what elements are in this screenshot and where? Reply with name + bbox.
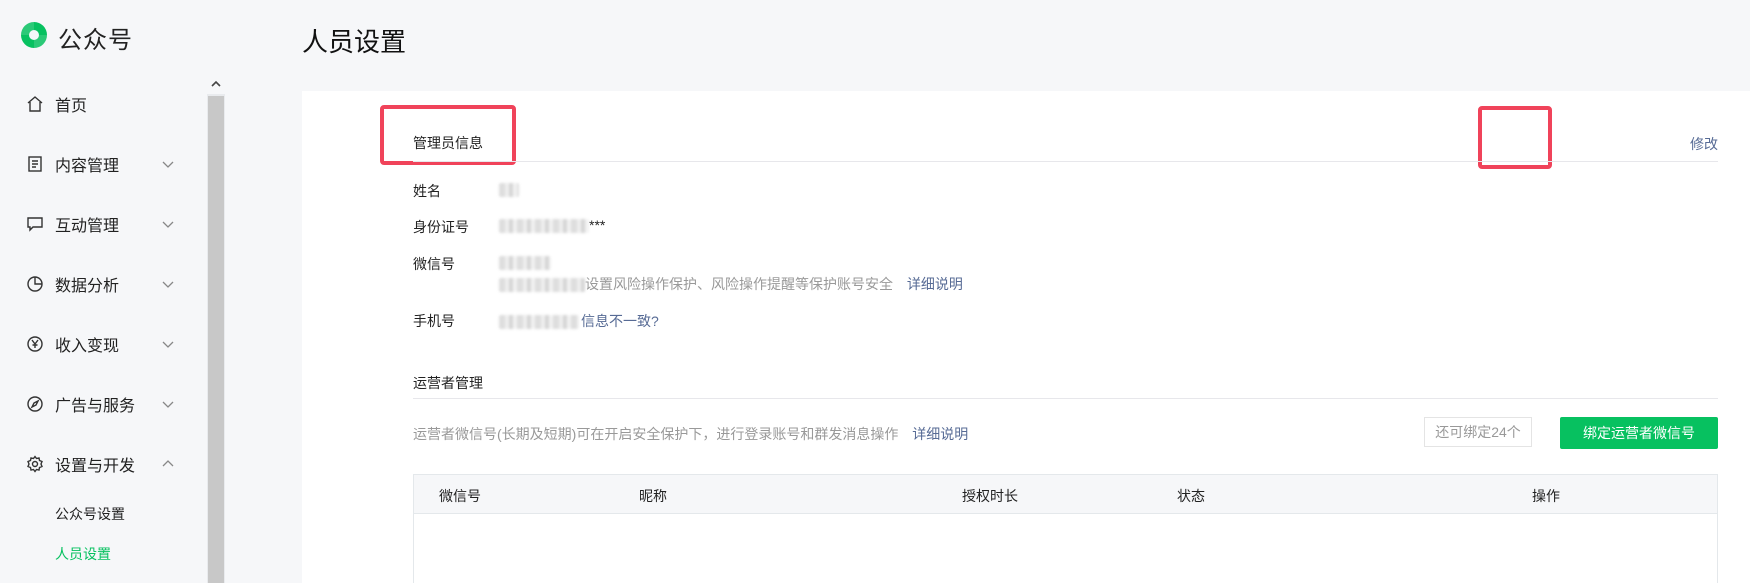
sidebar-item-content[interactable]: 内容管理: [0, 134, 207, 194]
admin-divider: [413, 161, 1718, 162]
sidebar-item-label: 收入变现: [55, 338, 120, 355]
wechat-id-value: [499, 254, 551, 271]
column-header-nickname: 昵称: [639, 488, 667, 504]
sidebar-item-analytics[interactable]: 数据分析: [0, 254, 207, 314]
sidebar-item-label: 互动管理: [55, 218, 120, 235]
operators-table-body: [413, 514, 1718, 583]
operators-divider: [413, 398, 1718, 399]
pie-chart-icon: [25, 274, 45, 294]
sidebar-item-interaction[interactable]: 互动管理: [0, 194, 207, 254]
chevron-down-icon: [160, 396, 176, 412]
app-logo[interactable]: 公众号: [18, 20, 133, 54]
edit-link-highlight: [1478, 106, 1552, 169]
wechat-security-desc: 设置风险操作保护、风险操作提醒等保护账号安全 详细说明: [499, 274, 963, 294]
sidebar-subitem-account-settings[interactable]: 公众号设置: [0, 494, 207, 534]
app-name: 公众号: [58, 26, 133, 54]
gear-icon: [25, 454, 45, 474]
id-number-suffix: ***: [589, 217, 606, 233]
operators-details-link[interactable]: 详细说明: [912, 426, 968, 442]
wechat-id-label: 微信号: [413, 256, 455, 272]
chevron-down-icon: [160, 156, 176, 172]
phone-value: 信息不一致?: [499, 311, 659, 331]
home-icon: [25, 94, 45, 114]
chevron-down-icon: [160, 216, 176, 232]
sidebar-subitem-personnel-settings[interactable]: 人员设置: [0, 534, 207, 574]
bind-operator-button[interactable]: 绑定运营者微信号: [1560, 417, 1718, 449]
scroll-up-arrow-icon[interactable]: [207, 74, 225, 94]
sidebar-item-label: 广告与服务: [55, 398, 136, 415]
operators-table-header: 微信号 昵称 授权时长 状态 操作: [413, 474, 1718, 514]
chevron-down-icon: [160, 336, 176, 352]
sidebar-nav: 首页 内容管理 互动管理 数据分析 收入变现 广告与服务 设置与开发 公众号设置…: [0, 74, 207, 574]
phone-label: 手机号: [413, 313, 455, 329]
document-icon: [25, 154, 45, 174]
edit-admin-link[interactable]: 修改: [1690, 134, 1718, 154]
wechat-security-text: 设置风险操作保护、风险操作提醒等保护账号安全: [585, 276, 893, 292]
column-header-auth-duration: 授权时长: [962, 488, 1018, 504]
sidebar: 公众号 首页 内容管理 互动管理 数据分析 收入变现 广告与服务 设置与开发 公…: [0, 0, 225, 583]
chevron-up-icon: [160, 456, 176, 472]
remaining-bind-count: 还可绑定24个: [1424, 417, 1532, 447]
chevron-down-icon: [160, 276, 176, 292]
name-value: [499, 181, 519, 198]
sidebar-item-ads-services[interactable]: 广告与服务: [0, 374, 207, 434]
compass-icon: [25, 394, 45, 414]
sidebar-item-settings-dev[interactable]: 设置与开发: [0, 434, 207, 494]
name-label: 姓名: [413, 183, 441, 199]
scrollbar-thumb[interactable]: [208, 96, 224, 583]
id-number-value: ***: [499, 217, 606, 234]
operators-desc: 运营者微信号(长期及短期)可在开启安全保护下，进行登录账号和群发消息操作 详细说…: [413, 424, 968, 444]
chat-icon: [25, 214, 45, 234]
column-header-status: 状态: [1177, 488, 1205, 504]
sidebar-item-home[interactable]: 首页: [0, 74, 207, 134]
wechat-official-account-logo-icon: [18, 19, 50, 56]
personnel-card: 管理员信息 修改 姓名 身份证号 *** 微信号 设置风险操作保护、风险操作提醒…: [302, 91, 1750, 583]
wechat-details-link[interactable]: 详细说明: [907, 276, 963, 292]
operators-desc-text: 运营者微信号(长期及短期)可在开启安全保护下，进行登录账号和群发消息操作: [413, 426, 899, 442]
page-title: 人员设置: [302, 27, 407, 57]
sidebar-scrollbar[interactable]: [207, 74, 225, 583]
id-number-label: 身份证号: [413, 219, 469, 235]
column-header-wechat-id: 微信号: [439, 488, 481, 504]
sidebar-item-label: 设置与开发: [55, 458, 136, 475]
sidebar-item-label: 内容管理: [55, 158, 120, 175]
admin-title-highlight: [380, 105, 516, 165]
sidebar-item-monetization[interactable]: 收入变现: [0, 314, 207, 374]
info-mismatch-link[interactable]: 信息不一致?: [581, 313, 659, 329]
sidebar-item-label: 数据分析: [55, 278, 120, 295]
column-header-actions: 操作: [1532, 488, 1560, 504]
yuan-icon: [25, 334, 45, 354]
sidebar-item-label: 首页: [55, 98, 88, 115]
operators-section-title: 运营者管理: [413, 375, 483, 391]
